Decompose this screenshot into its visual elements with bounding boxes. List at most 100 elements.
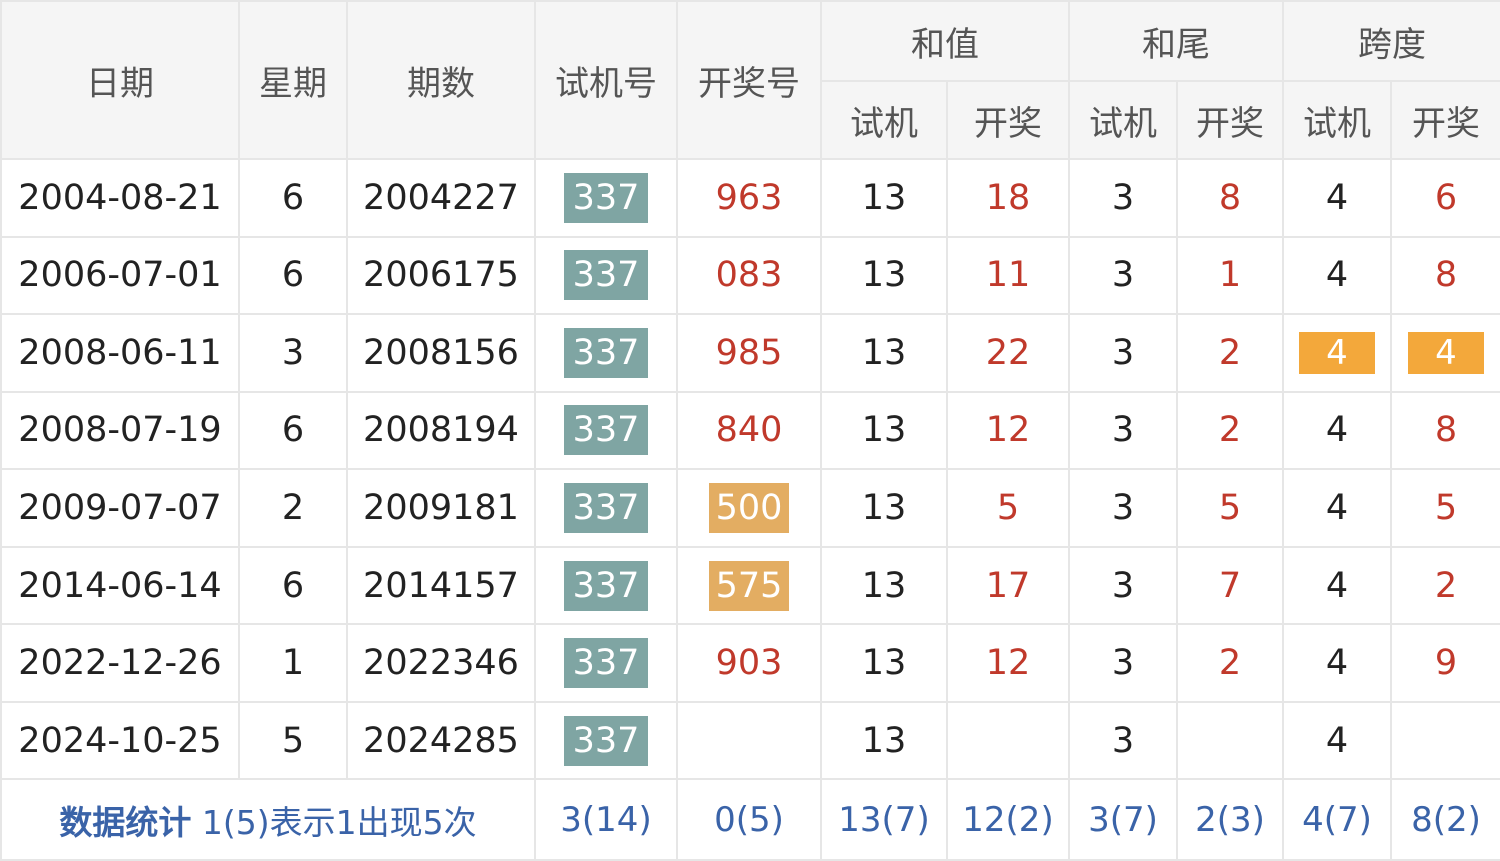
stat-draw-number: 0(5): [676, 778, 822, 861]
stat-tail-draw: 2(3): [1176, 778, 1284, 861]
cell-span-draw: 2: [1390, 545, 1500, 626]
cell-trial-number: 337: [534, 700, 678, 781]
header-sum-draw: 开奖: [946, 80, 1070, 160]
cell-draw-number: 903: [676, 623, 822, 703]
table-row: 2008-07-19 6 2008194 337 840 13 12 3 2 4…: [0, 390, 1500, 471]
cell-weekday: 6: [238, 235, 348, 316]
header-span-draw: 开奖: [1390, 80, 1500, 160]
stats-caption: 数据统计 1(5)表示1出现5次: [0, 778, 536, 861]
cell-tail-draw: 1: [1176, 235, 1284, 316]
cell-tail-trial: 3: [1068, 468, 1178, 548]
cell-tail-draw: 8: [1176, 158, 1284, 238]
stats-row: 数据统计 1(5)表示1出现5次 3(14) 0(5) 13(7) 12(2) …: [0, 778, 1500, 861]
cell-span-trial: 4: [1282, 158, 1392, 238]
cell-tail-draw: 7: [1176, 545, 1284, 626]
cell-sum-draw: 12: [946, 390, 1070, 471]
draw-number-highlight: 575: [709, 560, 789, 611]
header-tail-trial: 试机: [1068, 80, 1178, 160]
cell-draw-number: 575: [676, 545, 822, 626]
header-tail-draw: 开奖: [1176, 80, 1284, 160]
trial-number-badge: 337: [564, 715, 648, 766]
cell-date: 2014-06-14: [0, 545, 240, 626]
table-row: 2009-07-07 2 2009181 337 500 13 5 3 5 4 …: [0, 468, 1500, 548]
table-row: 2014-06-14 6 2014157 337 575 13 17 3 7 4…: [0, 545, 1500, 626]
table-row: 2024-10-25 5 2024285 337 13 3 4: [0, 700, 1500, 781]
table-row: 2008-06-11 3 2008156 337 985 13 22 3 2 4…: [0, 313, 1500, 393]
cell-tail-draw: [1176, 700, 1284, 781]
cell-sum-trial: 13: [820, 700, 948, 781]
cell-sum-trial: 13: [820, 158, 948, 238]
cell-span-trial: 4: [1282, 235, 1392, 316]
span-match-badge: 4: [1408, 331, 1484, 374]
cell-issue: 2024285: [346, 700, 536, 781]
header-row-top: 日期 星期 期数 试机号 开奖号 和值 和尾 跨度: [0, 0, 1500, 160]
cell-trial-number: 337: [534, 623, 678, 703]
lottery-trial-table: 日期 星期 期数 试机号 开奖号 和值 和尾 跨度 试机 开奖 试机 开奖 试机…: [0, 0, 1500, 861]
stat-trial-number: 3(14): [534, 778, 678, 861]
cell-tail-draw: 2: [1176, 313, 1284, 393]
header-sum: 和值: [820, 0, 1070, 82]
cell-span-draw: 4: [1390, 313, 1500, 393]
cell-weekday: 6: [238, 390, 348, 471]
header-span: 跨度: [1282, 0, 1500, 82]
cell-date: 2006-07-01: [0, 235, 240, 316]
stat-span-trial: 4(7): [1282, 778, 1392, 861]
cell-sum-trial: 13: [820, 468, 948, 548]
cell-span-draw: 5: [1390, 468, 1500, 548]
cell-tail-trial: 3: [1068, 700, 1178, 781]
cell-draw-number: 500: [676, 468, 822, 548]
cell-sum-trial: 13: [820, 545, 948, 626]
header-span-trial: 试机: [1282, 80, 1392, 160]
header-sum-trial: 试机: [820, 80, 948, 160]
trial-number-badge: 337: [564, 327, 648, 378]
trial-number-badge: 337: [564, 405, 648, 456]
header-draw-number: 开奖号: [676, 0, 822, 160]
cell-sum-draw: 12: [946, 623, 1070, 703]
cell-issue: 2006175: [346, 235, 536, 316]
cell-span-draw: 9: [1390, 623, 1500, 703]
cell-tail-draw: 2: [1176, 390, 1284, 471]
cell-date: 2004-08-21: [0, 158, 240, 238]
span-match-badge: 4: [1299, 331, 1375, 374]
cell-span-trial: 4: [1282, 468, 1392, 548]
cell-sum-draw: 17: [946, 545, 1070, 626]
header-weekday: 星期: [238, 0, 348, 160]
cell-date: 2022-12-26: [0, 623, 240, 703]
cell-issue: 2022346: [346, 623, 536, 703]
cell-issue: 2014157: [346, 545, 536, 626]
cell-tail-draw: 2: [1176, 623, 1284, 703]
trial-number-badge: 337: [564, 482, 648, 533]
header-issue: 期数: [346, 0, 536, 160]
stat-sum-draw: 12(2): [946, 778, 1070, 861]
cell-span-trial: 4: [1282, 390, 1392, 471]
cell-sum-draw: 5: [946, 468, 1070, 548]
stat-sum-trial: 13(7): [820, 778, 948, 861]
stat-tail-trial: 3(7): [1068, 778, 1178, 861]
cell-sum-trial: 13: [820, 313, 948, 393]
cell-draw-number: 840: [676, 390, 822, 471]
stats-description: 1(5)表示1出现5次: [201, 802, 477, 842]
cell-tail-draw: 5: [1176, 468, 1284, 548]
cell-date: 2008-06-11: [0, 313, 240, 393]
cell-span-trial: 4: [1282, 623, 1392, 703]
cell-date: 2009-07-07: [0, 468, 240, 548]
cell-weekday: 2: [238, 468, 348, 548]
table-row: 2006-07-01 6 2006175 337 083 13 11 3 1 4…: [0, 235, 1500, 316]
cell-tail-trial: 3: [1068, 623, 1178, 703]
cell-draw-number: 083: [676, 235, 822, 316]
draw-number-highlight: 500: [709, 482, 789, 533]
cell-trial-number: 337: [534, 235, 678, 316]
cell-trial-number: 337: [534, 545, 678, 626]
cell-trial-number: 337: [534, 313, 678, 393]
cell-weekday: 5: [238, 700, 348, 781]
table-row: 2004-08-21 6 2004227 337 963 13 18 3 8 4…: [0, 158, 1500, 238]
cell-issue: 2008194: [346, 390, 536, 471]
cell-span-draw: 8: [1390, 390, 1500, 471]
cell-span-trial: 4: [1282, 313, 1392, 393]
cell-trial-number: 337: [534, 468, 678, 548]
cell-tail-trial: 3: [1068, 545, 1178, 626]
cell-span-draw: 6: [1390, 158, 1500, 238]
cell-tail-trial: 3: [1068, 235, 1178, 316]
cell-issue: 2004227: [346, 158, 536, 238]
trial-number-badge: 337: [564, 172, 648, 223]
